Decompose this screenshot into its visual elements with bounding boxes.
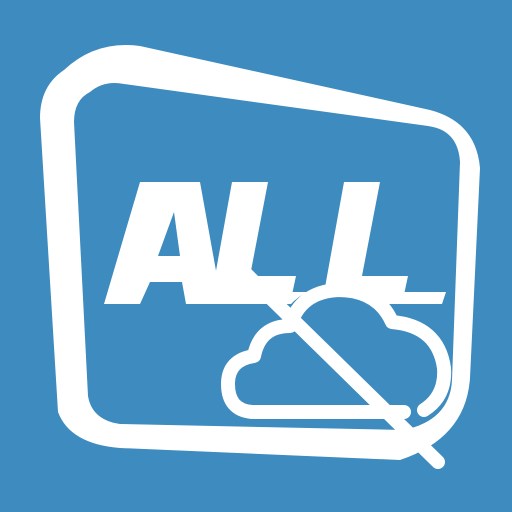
app-icon: ALL bbox=[0, 0, 512, 512]
tv-screen-frame-icon bbox=[40, 45, 480, 460]
app-icon-graphic bbox=[40, 45, 480, 469]
